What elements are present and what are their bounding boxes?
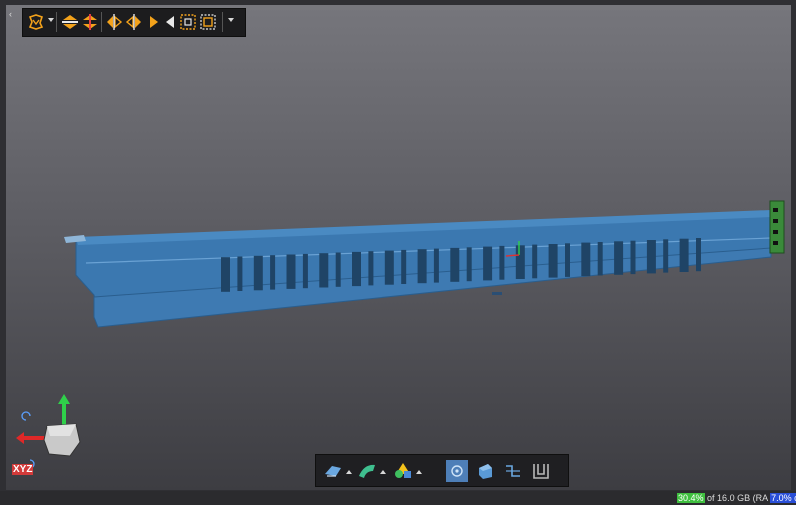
slot-opening	[237, 256, 243, 291]
memory-label: of 16.0 GB (RA	[707, 493, 768, 503]
slot-opening	[450, 247, 460, 282]
slot-opening	[696, 238, 701, 272]
secondary-percent: 7.0% o	[770, 493, 796, 503]
slot-opening	[352, 251, 361, 287]
slot-opening	[679, 238, 689, 272]
section-icon[interactable]	[474, 460, 496, 482]
measure-icon[interactable]	[502, 460, 524, 482]
slot-opening	[253, 255, 263, 291]
shapes-dropdown-icon[interactable]	[416, 470, 422, 474]
slot-opening	[548, 244, 558, 278]
slot-opening	[565, 243, 570, 277]
slot-opening	[401, 249, 407, 284]
bottom-toolbar	[315, 454, 569, 487]
slot-opening	[581, 242, 591, 277]
application-window: ‹ XYZ 30.4% of 16.0 GB (RA 7.0%	[0, 0, 796, 505]
slot-opening	[433, 248, 439, 283]
slot-opening	[614, 241, 624, 275]
origin-x-axis	[505, 254, 520, 257]
slot-opening	[663, 239, 669, 273]
3d-viewport[interactable]: ‹ XYZ	[6, 5, 791, 490]
slot-opening	[630, 240, 636, 275]
sweep-dropdown-icon[interactable]	[380, 470, 386, 474]
sketch-dropdown-icon[interactable]	[346, 470, 352, 474]
slot-opening	[597, 242, 603, 276]
slot-opening	[286, 254, 296, 289]
status-bar: 30.4% of 16.0 GB (RA 7.0% o	[0, 491, 796, 505]
rotate-ccw-icon[interactable]	[21, 411, 31, 421]
slot-opening	[319, 253, 329, 288]
slot-opening	[466, 247, 472, 282]
slot-opening	[384, 250, 394, 285]
sketch-icon[interactable]	[322, 460, 344, 482]
slot-opening	[302, 253, 308, 289]
xyz-axis-label[interactable]: XYZ	[12, 464, 34, 475]
axis-label-text: XYZ	[12, 464, 34, 475]
slot-opening	[221, 257, 230, 292]
profile-icon[interactable]	[530, 460, 552, 482]
slot-opening	[646, 240, 656, 274]
slot-opening	[499, 245, 505, 280]
beam-tab	[492, 292, 502, 295]
slot-opening	[335, 252, 341, 287]
memory-percent: 30.4%	[677, 493, 705, 503]
memory-usage: 30.4% of 16.0 GB (RA 7.0% o	[677, 492, 796, 504]
slot-opening	[532, 244, 538, 279]
slot-opening	[368, 251, 374, 286]
view-cube-icon[interactable]	[446, 460, 468, 482]
sweep-icon[interactable]	[356, 460, 378, 482]
slot-opening	[417, 249, 427, 284]
slot-opening	[515, 245, 525, 279]
beam-model[interactable]	[6, 5, 791, 490]
shapes-icon[interactable]	[392, 460, 414, 482]
slot-opening	[483, 246, 493, 281]
slot-opening	[270, 255, 276, 290]
